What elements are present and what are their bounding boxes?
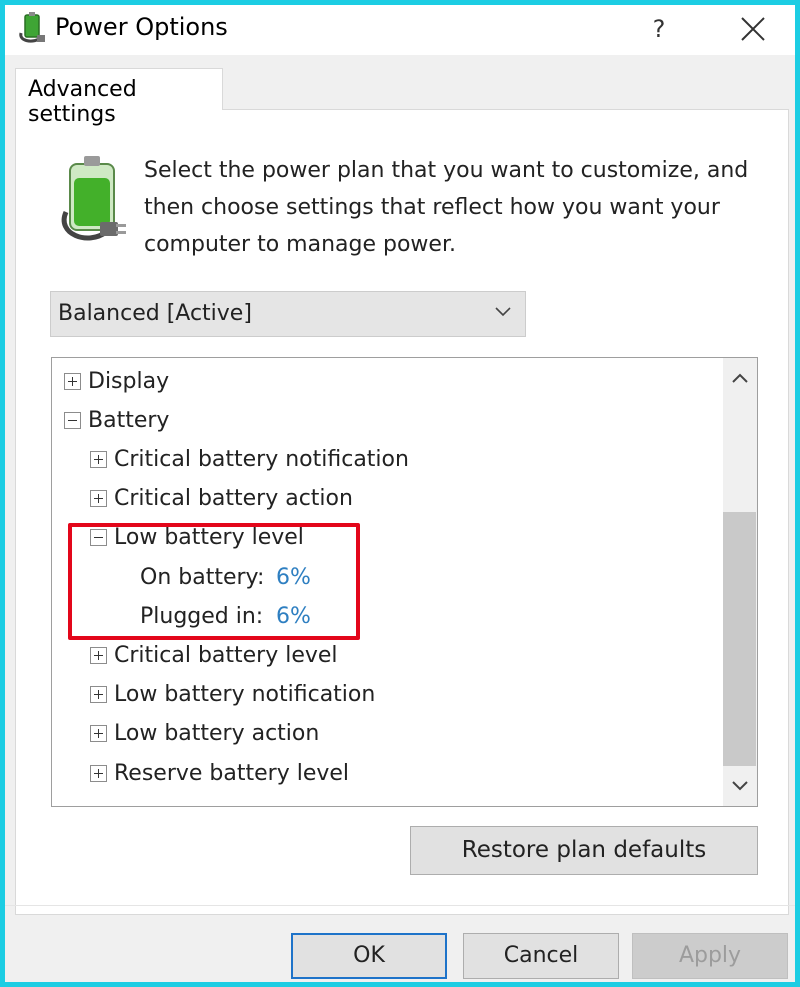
ok-button[interactable]: OK [291, 933, 447, 979]
tree-item-label: Battery [88, 408, 170, 433]
expand-icon[interactable] [90, 490, 107, 507]
battery-plug-icon [61, 156, 126, 241]
help-button[interactable]: ? [641, 9, 677, 49]
description-line: Select the power plan that you want to c… [144, 158, 749, 183]
scroll-up-button[interactable] [723, 358, 757, 398]
scroll-down-button[interactable] [723, 766, 757, 806]
description-text: Select the power plan that you want to c… [144, 152, 764, 263]
window-title: Power Options [55, 13, 228, 41]
chevron-up-icon [732, 373, 748, 383]
vertical-scrollbar[interactable] [723, 358, 757, 806]
description-line: computer to manage power. [144, 232, 456, 257]
tree-item-label: Critical battery notification [114, 447, 409, 472]
chevron-down-icon [495, 307, 511, 317]
close-icon [741, 17, 765, 41]
restore-plan-defaults-button[interactable]: Restore plan defaults [410, 826, 758, 875]
expand-icon[interactable] [90, 686, 107, 703]
collapse-icon[interactable] [64, 412, 81, 429]
cancel-button[interactable]: Cancel [463, 933, 619, 979]
title-bar[interactable]: Power Options ? [5, 5, 795, 55]
expand-icon[interactable] [90, 765, 107, 782]
tree-item-label: Critical battery action [114, 486, 353, 511]
power-options-icon [19, 12, 45, 43]
tree-item-label: Low battery notification [114, 682, 376, 707]
power-plan-value: Balanced [Active] [58, 301, 252, 326]
expand-icon[interactable] [90, 451, 107, 468]
chevron-down-icon [732, 781, 748, 791]
highlight-box [68, 523, 360, 640]
expand-icon[interactable] [64, 373, 81, 390]
expand-icon[interactable] [90, 725, 107, 742]
tree-item-label: Critical battery level [114, 643, 338, 668]
footer-divider [5, 905, 795, 906]
power-plan-dropdown[interactable]: Balanced [Active] [50, 291, 526, 337]
advanced-settings-panel: Select the power plan that you want to c… [15, 109, 789, 915]
tree-item-label: Display [88, 369, 170, 394]
apply-button[interactable]: Apply [632, 933, 788, 979]
scrollbar-thumb[interactable] [723, 512, 756, 766]
expand-icon[interactable] [90, 647, 107, 664]
tab-advanced-settings[interactable]: Advanced settings [15, 68, 223, 127]
description-line: then choose settings that reflect how yo… [144, 195, 720, 220]
tree-item-label: Low battery action [114, 721, 320, 746]
close-button[interactable] [729, 9, 777, 49]
power-options-dialog: Power Options ? Advanced settings Select… [0, 0, 800, 987]
tree-item-label: Reserve battery level [114, 761, 350, 786]
